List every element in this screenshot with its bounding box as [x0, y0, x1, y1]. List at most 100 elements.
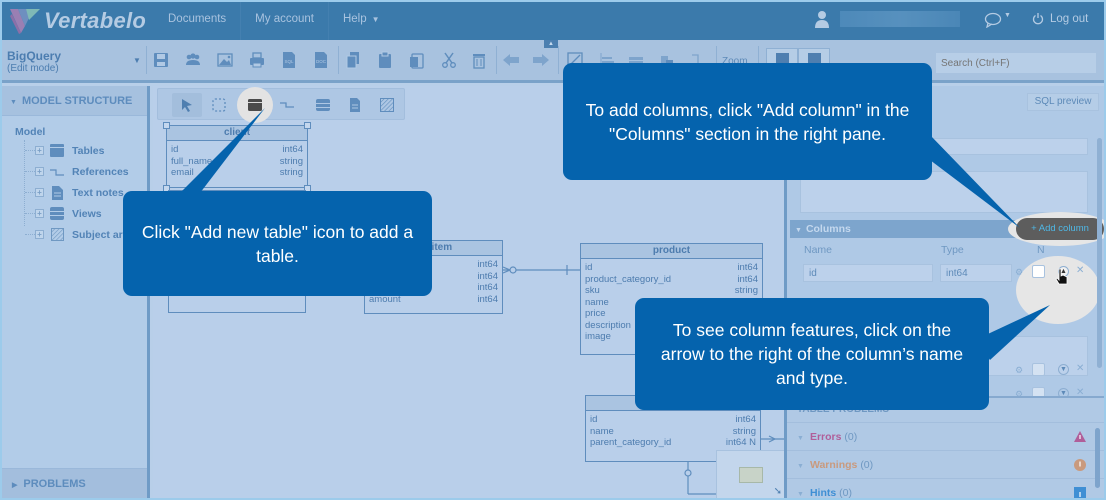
main-nav: Documents My account Help ▼ — [154, 2, 394, 40]
table-problems-panel: TABLE PROBLEMS ▼Errors (0) ▼Warnings (0)… — [787, 396, 1104, 498]
model-structure-title: MODEL STRUCTURE — [21, 95, 133, 107]
add-text-note-icon[interactable] — [340, 93, 370, 117]
table-name: client — [167, 126, 307, 141]
expand-icon[interactable]: + — [35, 188, 44, 197]
hints-label: Hints — [809, 487, 837, 498]
toolbar-divider — [496, 46, 497, 74]
column-header-name: Name — [804, 244, 833, 256]
tree-item-references[interactable]: + References — [25, 161, 147, 182]
warning-circle-icon — [1074, 459, 1086, 471]
column-type-input[interactable]: int64 — [940, 264, 1012, 282]
expand-column-arrow-icon[interactable]: ▼ — [1058, 364, 1069, 375]
problems-panel-header[interactable]: ▶ PROBLEMS — [2, 468, 147, 498]
problems-title: PROBLEMS — [23, 478, 86, 490]
problems-errors[interactable]: ▼ Errors (0) — [787, 422, 1104, 450]
paste-icon[interactable] — [376, 51, 394, 69]
redo-arrow-icon[interactable] — [532, 51, 550, 69]
model-structure-header[interactable]: ▼ MODEL STRUCTURE — [2, 86, 147, 116]
logout-button[interactable]: Log out — [1032, 12, 1088, 25]
toolbar-divider — [338, 46, 339, 74]
tree-root-model[interactable]: Model — [15, 126, 147, 138]
add-subject-area-icon[interactable] — [372, 93, 402, 117]
problems-scrollbar[interactable] — [1095, 428, 1100, 488]
resize-handle[interactable] — [163, 122, 170, 129]
chat-menu[interactable]: ▼ — [984, 12, 1011, 31]
collapse-toolbar-button[interactable]: ▲ — [544, 40, 558, 48]
sql-preview-button[interactable]: SQL preview — [1027, 93, 1099, 111]
table-column: email string — [171, 167, 303, 178]
table-icon — [50, 144, 64, 158]
share-users-icon[interactable] — [184, 51, 202, 69]
nullable-checkbox[interactable] — [1032, 265, 1045, 278]
user-menu[interactable] — [814, 10, 960, 28]
problems-hints[interactable]: ▼ Hints (0) — [787, 478, 1104, 498]
user-icon — [815, 11, 829, 28]
power-icon — [1032, 13, 1044, 25]
problems-warnings[interactable]: ▼ Warnings (0) — [787, 450, 1104, 478]
search-input[interactable] — [935, 52, 1097, 74]
gear-icon[interactable]: ⚙ — [1015, 267, 1023, 278]
cut-icon[interactable] — [440, 51, 458, 69]
select-arrow-icon[interactable] — [172, 93, 202, 117]
warnings-label: Warnings — [809, 459, 858, 471]
tree-item-label: Text notes — [72, 186, 124, 199]
save-icon[interactable] — [152, 51, 170, 69]
expand-icon[interactable]: + — [35, 230, 44, 239]
add-view-icon[interactable] — [308, 93, 338, 117]
expand-icon[interactable]: + — [35, 146, 44, 155]
tree-item-tables[interactable]: + Tables — [25, 140, 147, 161]
undo-arrow-icon[interactable] — [502, 51, 520, 69]
tool-palette — [157, 87, 405, 123]
db-table-client[interactable]: client id int64 full_name string email stri… — [166, 125, 308, 188]
callout-text: Click "Add new table" icon to add a tabl… — [141, 221, 414, 266]
chevron-down-icon: ▼ — [1004, 12, 1011, 19]
delete-column-icon[interactable]: ✕ — [1076, 265, 1084, 276]
select-area-icon[interactable] — [204, 93, 234, 117]
add-column-button[interactable]: + Add column — [1016, 218, 1104, 240]
print-icon[interactable] — [248, 51, 266, 69]
nav-my-account[interactable]: My account — [241, 2, 329, 40]
nav-help[interactable]: Help ▼ — [329, 2, 394, 40]
vertabelo-logo[interactable]: Vertabelo — [8, 6, 146, 36]
gear-icon[interactable]: ⚙ — [1015, 365, 1023, 376]
errors-count: (0) — [844, 431, 858, 443]
toolbar-divider — [558, 46, 559, 74]
top-navigation-bar: Vertabelo Documents My account Help ▼ ▼ L… — [2, 2, 1104, 40]
column-name-input[interactable]: id — [803, 264, 933, 282]
doc-file-icon[interactable]: DOC — [312, 51, 330, 69]
add-reference-icon[interactable] — [272, 93, 302, 117]
chevron-down-icon: ▼ — [371, 15, 380, 24]
tutorial-callout-column-features: To see column features, click on the arr… — [635, 298, 989, 410]
table-column: parent_category_id int64 N — [590, 437, 756, 448]
nav-help-label: Help — [342, 13, 367, 25]
folder-icon — [739, 467, 763, 483]
expand-icon[interactable]: + — [35, 167, 44, 176]
tree-item-label: Tables — [72, 144, 105, 157]
expand-icon[interactable]: + — [35, 209, 44, 218]
hand-cursor-icon — [1055, 268, 1068, 285]
tree-item-label: References — [72, 165, 129, 178]
logo-icon — [10, 9, 40, 34]
nav-documents[interactable]: Documents — [154, 2, 242, 40]
expand-arrow-icon[interactable]: ➘ — [774, 486, 782, 497]
chevron-down-icon[interactable]: ▼ — [133, 56, 141, 65]
model-selector[interactable]: BigQuery (Edit mode) — [7, 49, 61, 74]
add-table-icon[interactable] — [240, 93, 270, 117]
paste-special-icon[interactable] — [408, 51, 426, 69]
resize-handle[interactable] — [304, 122, 311, 129]
table-column: name string — [590, 425, 756, 437]
delete-column-icon[interactable]: ✕ — [1076, 363, 1084, 374]
errors-label: Errors — [809, 431, 842, 443]
export-image-icon[interactable] — [216, 51, 234, 69]
warnings-count: (0) — [860, 459, 874, 471]
sql-file-icon[interactable]: SQL — [280, 51, 298, 69]
delete-icon[interactable] — [470, 51, 488, 69]
nullable-checkbox[interactable] — [1032, 363, 1045, 376]
properties-scrollbar[interactable] — [1097, 138, 1102, 368]
hint-info-icon — [1074, 487, 1086, 498]
copy-icon[interactable] — [344, 51, 362, 69]
minimap[interactable]: ➘ — [716, 450, 784, 498]
error-triangle-icon — [1074, 431, 1086, 442]
column-header-nullable: N — [1037, 244, 1045, 256]
table-column: id int64 — [171, 144, 303, 155]
